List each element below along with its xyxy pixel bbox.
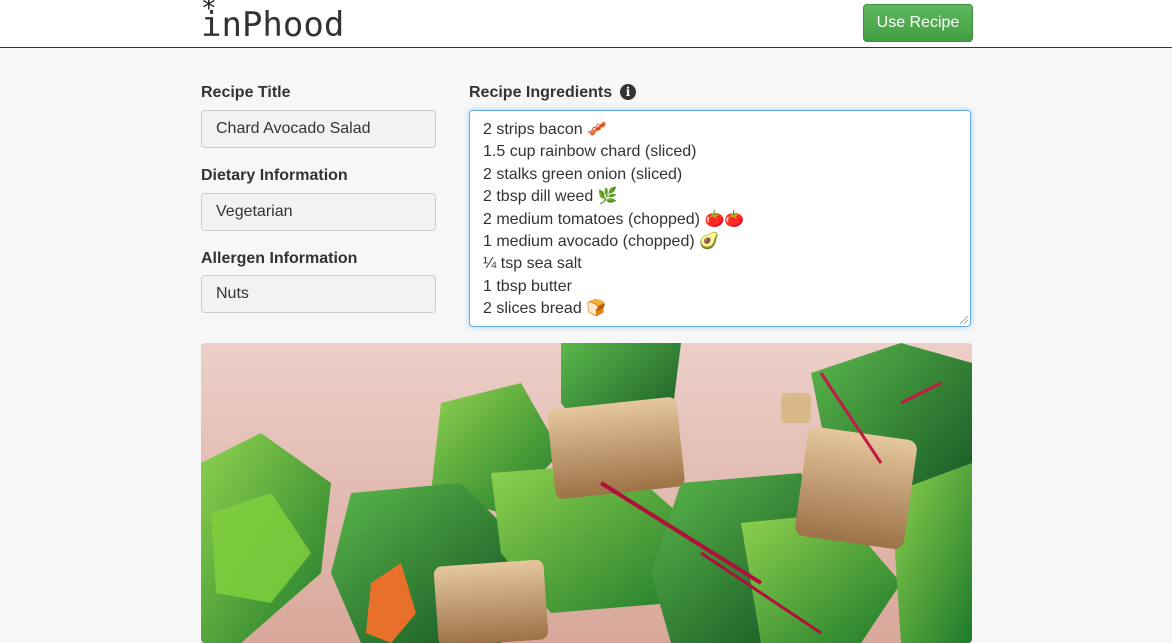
info-circle-icon[interactable]: i	[620, 84, 636, 100]
ingredient-line: 2 stalks green onion (sliced)	[483, 165, 683, 183]
salad-image	[201, 343, 972, 643]
ingredient-line: 2 strips bacon 🥓	[483, 121, 607, 138]
allergen-info-input[interactable]: Nuts	[201, 275, 436, 313]
ingredients-list: 2 strips bacon 🥓 1.5 cup rainbow chard (s…	[483, 119, 957, 321]
use-recipe-button[interactable]: Use Recipe	[863, 4, 973, 42]
ingredients-textarea[interactable]: 2 strips bacon 🥓 1.5 cup rainbow chard (s…	[469, 110, 971, 327]
ingredient-line: 2 slices bread 🍞	[483, 300, 607, 318]
recipe-title-label: Recipe Title	[201, 84, 291, 101]
recipe-ingredients-label: Recipe Ingredients	[469, 84, 613, 101]
inphood-logo[interactable]: * inPhood	[201, 0, 345, 45]
ingredient-line: ¼ tsp sea salt	[483, 255, 582, 273]
logo-text: inPhood	[201, 5, 345, 45]
ingredient-line: 2 medium tomatoes (chopped) 🍅🍅	[483, 210, 745, 228]
ingredient-line: 1 medium avocado (chopped) 🥑	[483, 233, 720, 251]
recipe-photo	[201, 343, 972, 643]
ingredient-line: 1.5 cup rainbow chard (sliced)	[483, 143, 697, 161]
allergen-info-label: Allergen Information	[201, 250, 358, 267]
dietary-info-input[interactable]: Vegetarian	[201, 193, 436, 231]
resize-handle-icon[interactable]	[960, 316, 968, 324]
recipe-title-input[interactable]: Chard Avocado Salad	[201, 110, 436, 148]
ingredient-line: 1 tbsp butter	[483, 277, 572, 295]
ingredient-line: 2 tbsp dill weed 🌿	[483, 188, 618, 206]
top-navbar: * inPhood Use Recipe	[0, 0, 1172, 48]
dietary-info-label: Dietary Information	[201, 167, 348, 184]
